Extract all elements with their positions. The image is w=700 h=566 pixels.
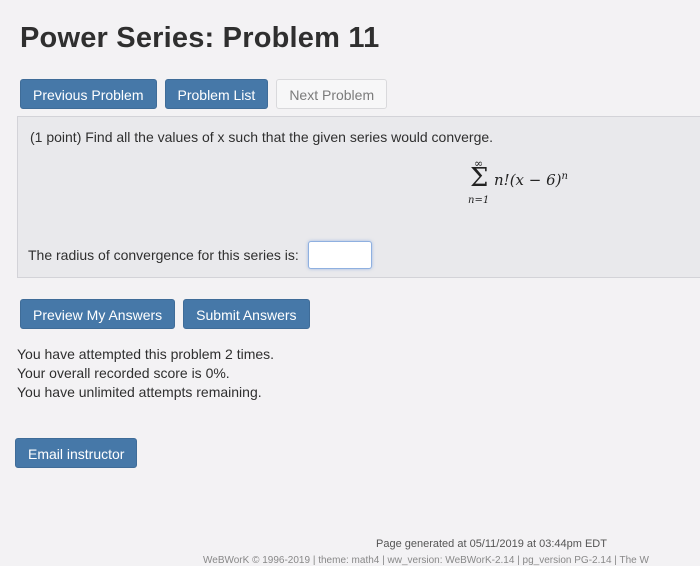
radius-answer-input[interactable]: [308, 241, 372, 269]
remaining-attempts-text: You have unlimited attempts remaining.: [17, 384, 262, 400]
answer-actions: Preview My Answers Submit Answers: [20, 299, 310, 329]
series-expression: ∞ Σ n=1 n!(x − 6)n: [468, 157, 588, 217]
problem-prompt: (1 point) Find all the values of x such …: [30, 129, 494, 145]
page-title: Power Series: Problem 11: [20, 22, 380, 54]
problem-nav: Previous Problem Problem List Next Probl…: [20, 79, 388, 109]
submit-answers-button[interactable]: Submit Answers: [183, 299, 310, 329]
attempts-count-text: You have attempted this problem 2 times.: [17, 346, 275, 362]
problem-list-button[interactable]: Problem List: [164, 79, 269, 109]
sigma-symbol: Σ: [470, 163, 489, 193]
version-text: WeBWorK © 1996-2019 | theme: math4 | ww_…: [203, 555, 649, 566]
series-lower-limit: n=1: [468, 195, 490, 206]
page-generated-text: Page generated at 05/11/2019 at 03:44pm …: [376, 538, 607, 550]
previous-problem-button[interactable]: Previous Problem: [20, 79, 157, 109]
attempt-status: You have attempted this problem 2 times.…: [17, 345, 274, 402]
problem-panel: (1 point) Find all the values of x such …: [17, 116, 700, 278]
series-term-exponent: n: [561, 171, 568, 182]
next-problem-button: Next Problem: [276, 79, 388, 109]
preview-answers-button[interactable]: Preview My Answers: [20, 299, 176, 329]
series-term-body: n!(x − 6): [494, 171, 562, 189]
score-text: Your overall recorded score is 0%.: [17, 365, 230, 381]
radius-label: The radius of convergence for this serie…: [28, 247, 299, 263]
email-instructor-button[interactable]: Email instructor: [15, 438, 138, 468]
series-term: n!(x − 6)n: [494, 171, 568, 189]
